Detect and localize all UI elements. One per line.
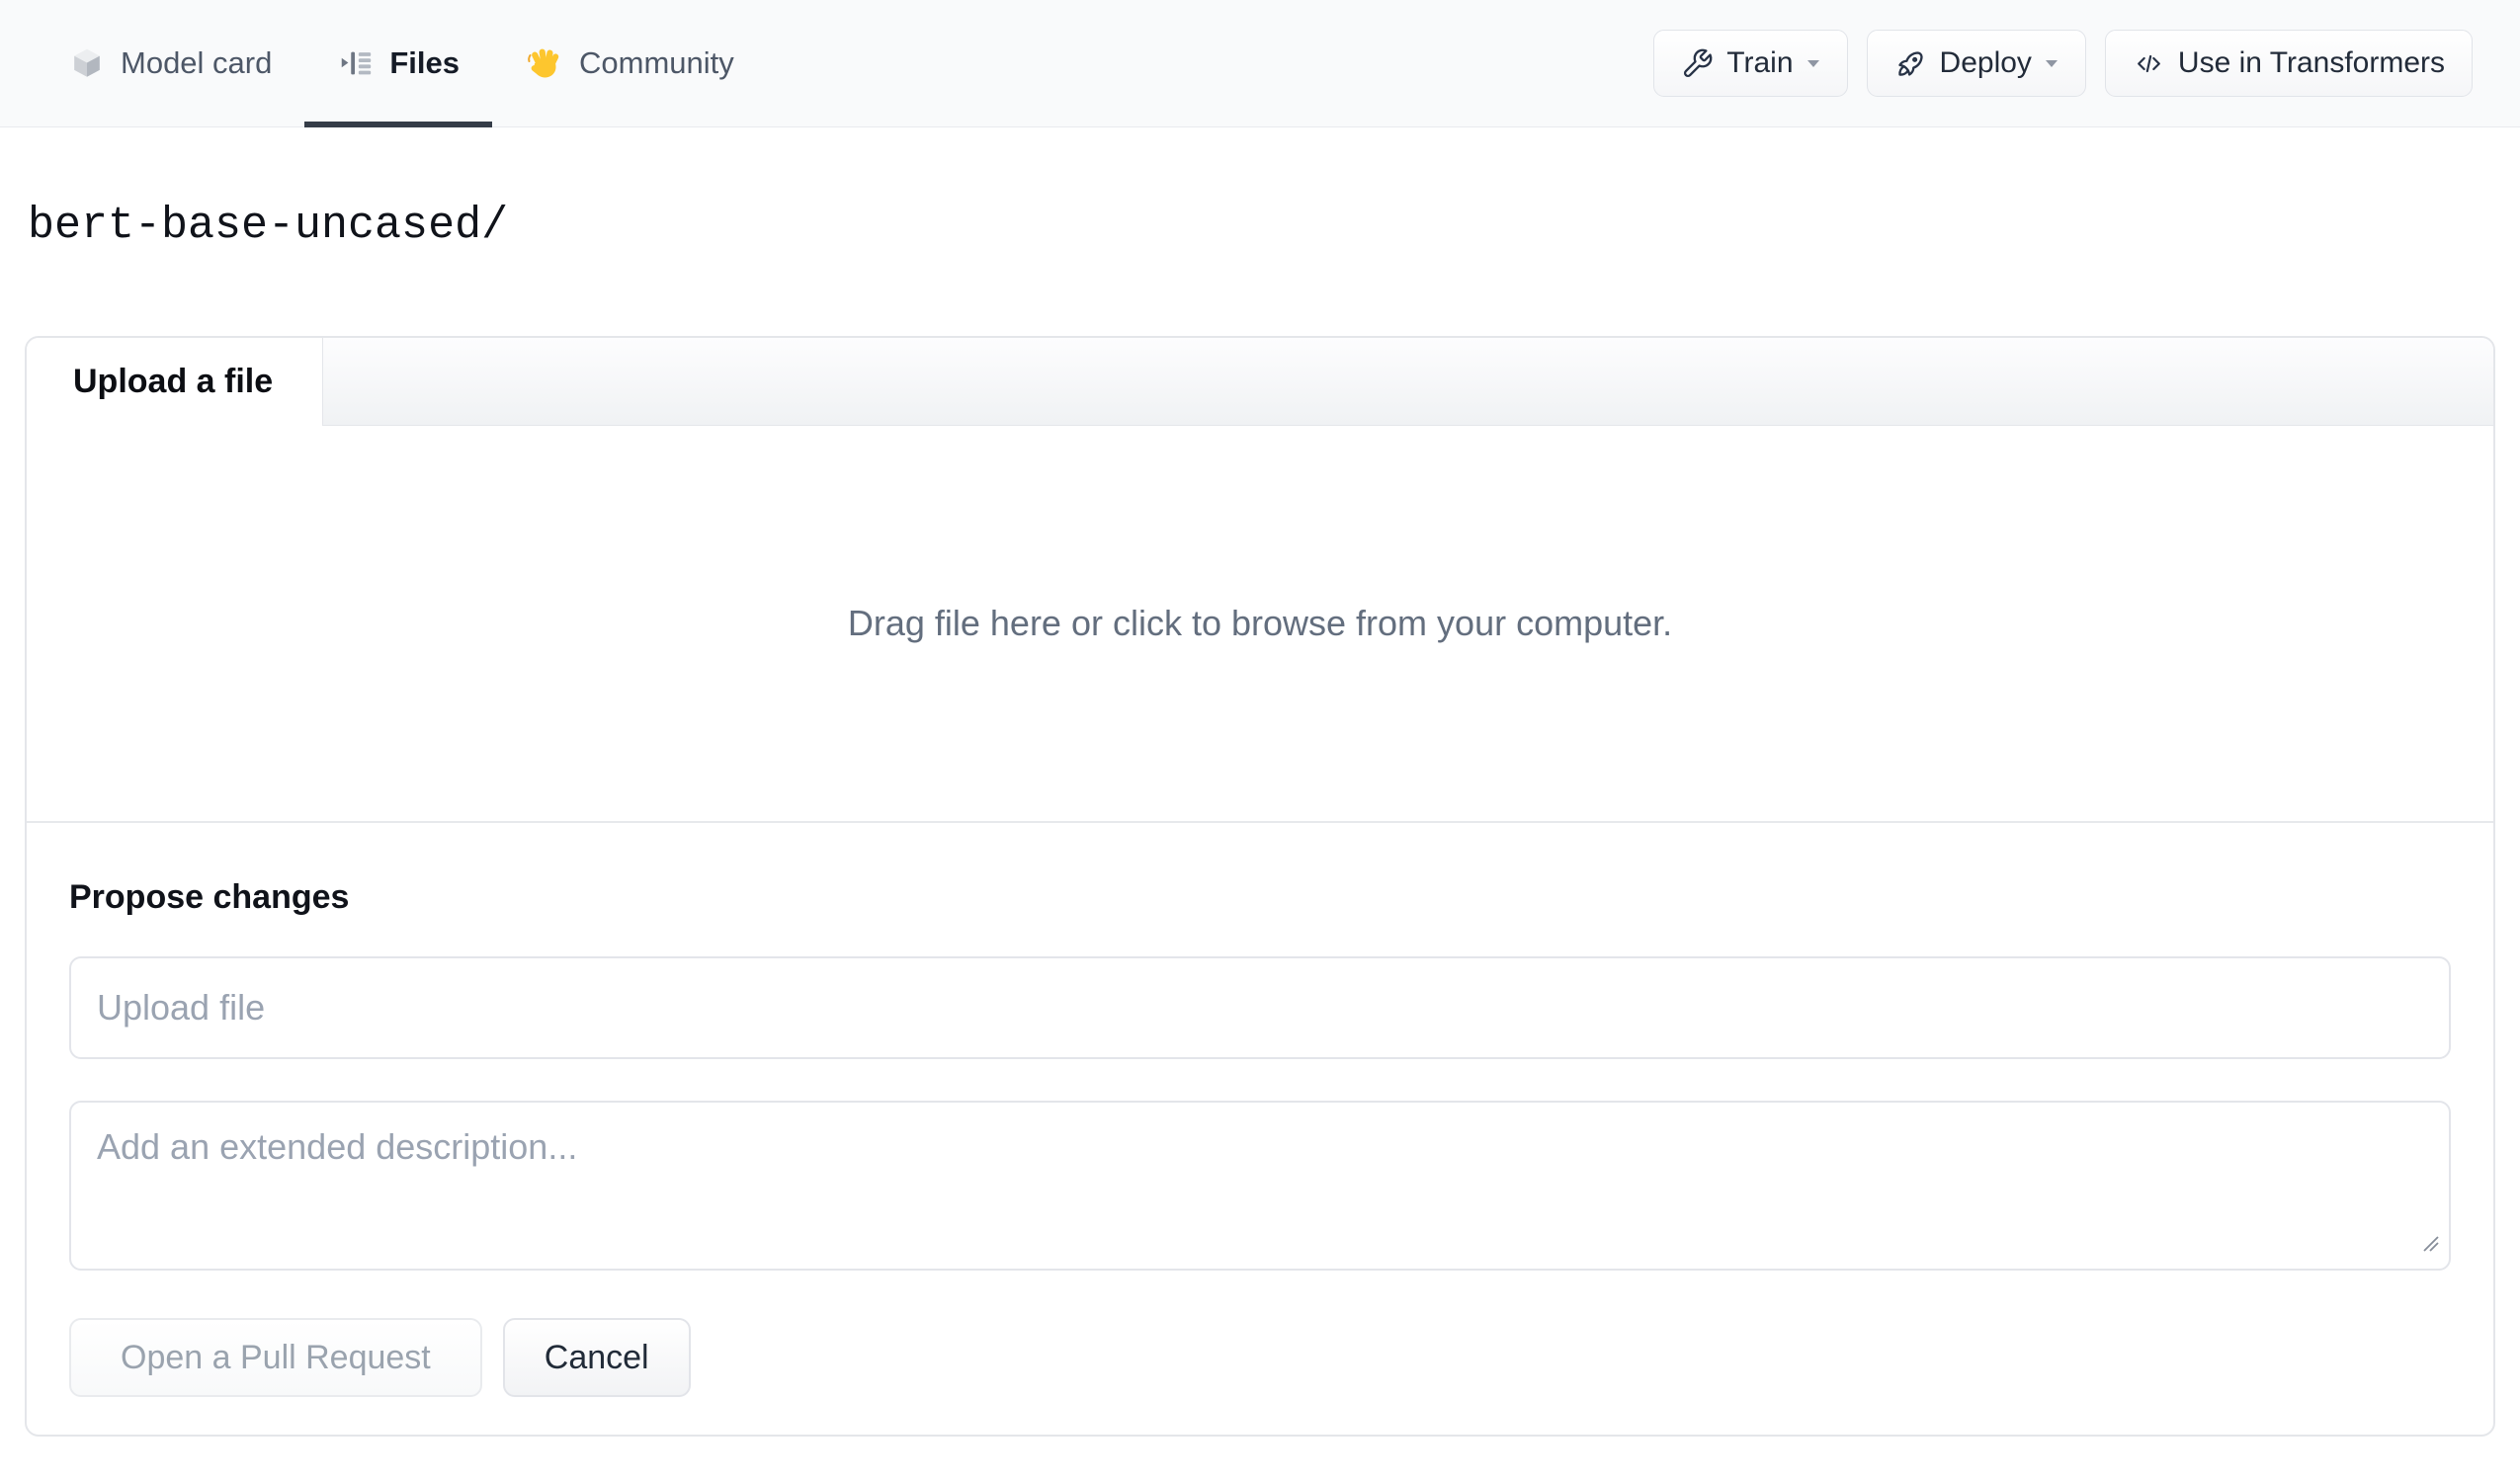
tab-model-card[interactable]: Model card: [36, 0, 304, 126]
repo-tab-bar: Model card Files Community Train Deploy …: [0, 0, 2520, 127]
tab-files[interactable]: Files: [304, 0, 492, 127]
breadcrumb[interactable]: bert-base-uncased/: [0, 127, 2520, 251]
propose-actions-row: Open a Pull Request Cancel: [69, 1318, 2451, 1397]
cancel-button[interactable]: Cancel: [502, 1318, 691, 1397]
tab-community[interactable]: Community: [492, 0, 767, 126]
tab-community-label: Community: [579, 45, 734, 80]
deploy-button-label: Deploy: [1939, 46, 2032, 79]
chevron-down-icon: [2045, 59, 2058, 68]
use-in-transformers-button[interactable]: Use in Transformers: [2104, 30, 2473, 97]
tab-files-label: Files: [389, 45, 461, 80]
upload-card-header: Upload a file: [27, 338, 2493, 426]
rocket-icon: [1894, 47, 1927, 80]
upload-filename-input[interactable]: [69, 956, 2451, 1059]
use-in-transformers-label: Use in Transformers: [2177, 46, 2445, 79]
open-pull-request-button[interactable]: Open a Pull Request: [69, 1318, 482, 1397]
description-field-wrapper: [69, 1101, 2451, 1271]
train-button-label: Train: [1726, 46, 1794, 79]
propose-changes-heading: Propose changes: [69, 878, 350, 916]
upload-file-card: Upload a file Drag file here or click to…: [25, 336, 2495, 1437]
deploy-button[interactable]: Deploy: [1866, 30, 2086, 97]
dropzone-hint-text: Drag file here or click to browse from y…: [847, 603, 1673, 643]
repo-tabs: Model card Files Community: [36, 0, 767, 127]
wrench-icon: [1681, 47, 1714, 80]
waving-hand-icon: [525, 43, 564, 83]
cube-icon: [68, 44, 106, 82]
train-button[interactable]: Train: [1653, 30, 1848, 97]
tab-upload-a-file[interactable]: Upload a file: [27, 338, 323, 426]
code-icon: [2133, 47, 2165, 80]
textarea-resize-handle[interactable]: [2421, 1234, 2441, 1259]
extended-description-textarea[interactable]: [69, 1101, 2451, 1271]
files-list-icon: [337, 44, 375, 82]
file-dropzone[interactable]: Drag file here or click to browse from y…: [27, 426, 2493, 823]
chevron-down-icon: [1806, 59, 1820, 68]
propose-changes-section: Propose changes Open a Pull Request Canc…: [27, 823, 2493, 1435]
tab-model-card-label: Model card: [121, 45, 273, 80]
upload-card-header-fill: [323, 338, 2493, 426]
repo-action-buttons: Train Deploy Use in Transformers: [1653, 0, 2473, 126]
